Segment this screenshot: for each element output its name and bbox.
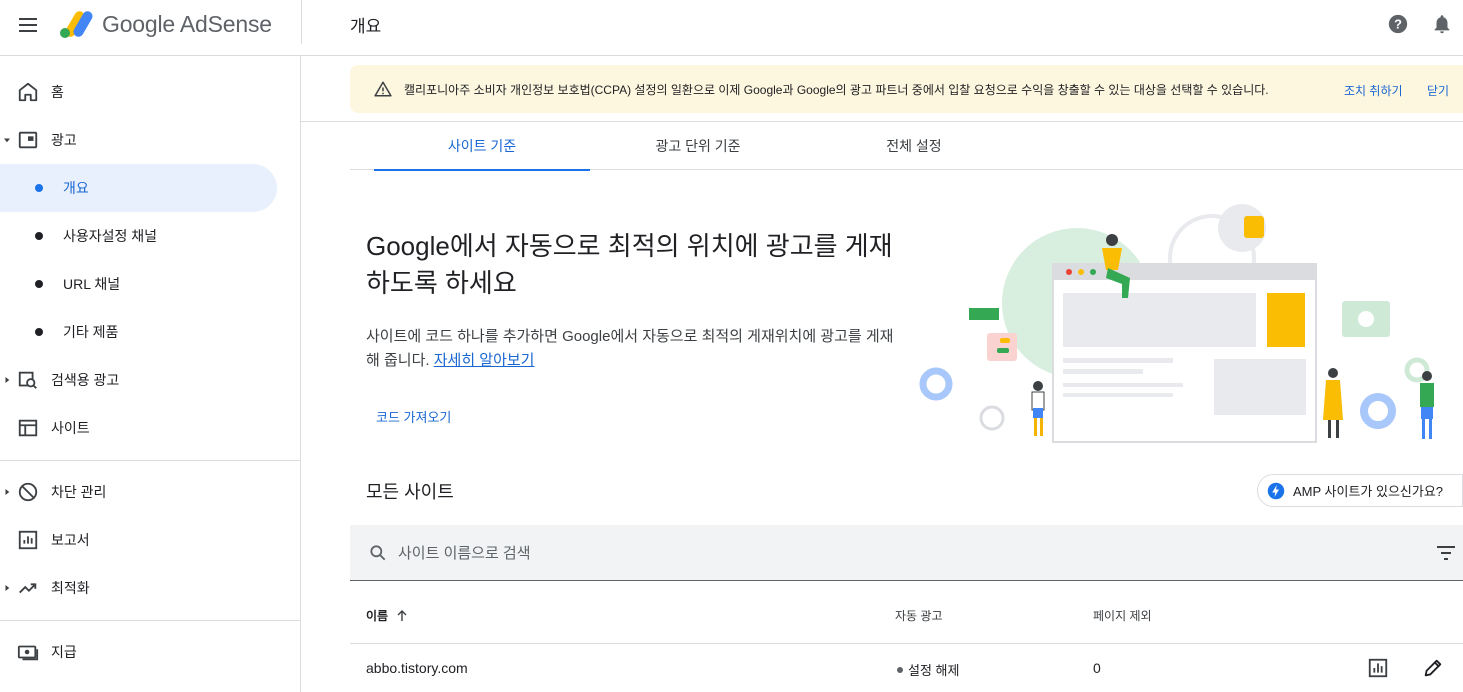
svg-text:?: ? [1394, 17, 1402, 32]
bullet-dot-icon [35, 280, 43, 288]
sites-table-header: 이름 자동 광고 페이지 제외 [350, 582, 1463, 644]
bullet-dot-icon [35, 184, 43, 192]
sidebar-item-payments[interactable]: 지급 [0, 628, 277, 676]
sidebar-item-overview[interactable]: 개요 [0, 164, 277, 212]
auto-ads-description: 사이트에 코드 하나를 추가하면 Google에서 자동으로 최적의 게재위치에… [366, 325, 906, 373]
tab-global-settings[interactable]: 전체 설정 [806, 122, 1022, 170]
filter-icon[interactable] [1436, 544, 1456, 562]
site-search-bar [350, 525, 1463, 581]
caret-right-icon [5, 377, 10, 383]
site-name-cell: abbo.tistory.com [366, 660, 468, 676]
sidebar-item-label: 광고 [51, 132, 77, 148]
bullet-dot-icon [35, 328, 43, 336]
header-divider [301, 0, 302, 44]
search-icon [370, 545, 386, 561]
reports-icon [18, 530, 38, 550]
sidebar-item-sites[interactable]: 사이트 [0, 404, 277, 452]
column-header-auto-ads: 자동 광고 [895, 609, 943, 623]
sites-icon [18, 419, 38, 437]
main-menu-button[interactable] [16, 14, 40, 38]
sidebar-item-label: 검색용 광고 [51, 372, 120, 388]
caret-right-icon [5, 489, 10, 495]
banner-message: 캘리포니아주 소비자 개인정보 보호법(CCPA) 설정의 일환으로 이제 Go… [404, 83, 1269, 97]
adsense-logo-icon [60, 11, 93, 38]
sidebar-item-blocking-controls[interactable]: 차단 관리 [0, 468, 277, 516]
sidebar-item-label: 지급 [51, 644, 77, 660]
warning-icon [374, 81, 392, 97]
site-search-input[interactable] [398, 539, 1298, 567]
caret-down-icon [4, 138, 10, 143]
get-code-button[interactable]: 코드 가져오기 [366, 400, 461, 432]
table-row[interactable]: abbo.tistory.com 설정 해제 0 [350, 644, 1463, 692]
sidebar-item-search-ads[interactable]: 검색용 광고 [0, 356, 277, 404]
sidebar-item-reports[interactable]: 보고서 [0, 516, 277, 564]
sidebar-item-label: 보고서 [51, 532, 90, 548]
column-header-page-exclusions: 페이지 제외 [1093, 609, 1152, 623]
sidebar-item-label: 차단 관리 [51, 484, 107, 500]
sidebar-divider [0, 460, 301, 461]
notifications-bell-icon[interactable] [1431, 13, 1453, 35]
sidebar-item-label: 홈 [51, 84, 64, 100]
column-header-name[interactable]: 이름 [366, 607, 408, 624]
edit-pencil-icon[interactable] [1422, 657, 1444, 679]
all-sites-heading: 모든 사이트 [366, 482, 454, 502]
sidebar-item-url-channels[interactable]: URL 채널 [0, 260, 277, 308]
overview-tabs: 사이트 기준 광고 단위 기준 전체 설정 [350, 122, 1463, 171]
top-app-bar: Google AdSense 개요 ? [0, 0, 1463, 56]
sidebar-nav: 홈 광고 개요 사용자설정 채널 URL 채널 기타 제품 검색용 광고 사이트… [0, 56, 301, 692]
caret-right-icon [5, 585, 10, 591]
amp-sites-chip[interactable]: AMP 사이트가 있으신가요? [1257, 474, 1463, 507]
block-icon [18, 482, 38, 502]
help-icon[interactable]: ? [1387, 13, 1409, 35]
sidebar-item-label: 개요 [63, 180, 89, 196]
sidebar-divider [0, 620, 301, 621]
auto-ads-illustration [919, 204, 1434, 443]
sidebar-item-label: URL 채널 [63, 276, 121, 292]
report-chart-icon[interactable] [1367, 657, 1389, 679]
sidebar-item-other-products[interactable]: 기타 제품 [0, 308, 277, 356]
page-title: 개요 [350, 17, 382, 36]
home-icon [18, 82, 38, 102]
bullet-dot-icon [35, 232, 43, 240]
auto-ads-status-cell: 설정 해제 [897, 660, 959, 679]
amp-lightning-icon [1267, 482, 1285, 499]
sidebar-item-label: 최적화 [51, 580, 90, 596]
app-name: Google AdSense [102, 10, 272, 37]
payments-icon [17, 645, 39, 661]
column-header-label: 이름 [366, 609, 389, 623]
sidebar-item-ads[interactable]: 광고 [0, 116, 277, 164]
dismiss-link[interactable]: 닫기 [1427, 82, 1449, 99]
amp-chip-label: AMP 사이트가 있으신가요? [1293, 484, 1444, 499]
search-ads-icon [18, 371, 37, 389]
tab-by-site[interactable]: 사이트 기준 [374, 122, 590, 171]
ads-icon [18, 131, 38, 149]
adsense-logo[interactable]: Google AdSense [58, 6, 272, 42]
take-action-link[interactable]: 조치 취하기 [1344, 82, 1403, 99]
page-exclusions-cell: 0 [1093, 660, 1101, 676]
tab-by-ad-unit[interactable]: 광고 단위 기준 [590, 122, 806, 170]
sidebar-item-label: 기타 제품 [63, 324, 119, 340]
status-dot-icon [897, 666, 903, 673]
sidebar-item-optimization[interactable]: 최적화 [0, 564, 277, 612]
learn-more-link[interactable]: 자세히 알아보기 [434, 352, 535, 369]
ccpa-notice-banner: 캘리포니아주 소비자 개인정보 보호법(CCPA) 설정의 일환으로 이제 Go… [350, 65, 1463, 113]
sidebar-item-label: 사이트 [51, 420, 90, 436]
sidebar-item-label: 사용자설정 채널 [63, 228, 158, 244]
sort-ascending-icon [397, 609, 407, 621]
auto-ads-heading: Google에서 자동으로 최적의 위치에 광고를 게재하도록 하세요 [366, 231, 893, 298]
auto-ads-status: 설정 해제 [908, 663, 960, 678]
sidebar-item-home[interactable]: 홈 [0, 68, 277, 116]
sidebar-item-custom-channels[interactable]: 사용자설정 채널 [0, 212, 277, 260]
trending-up-icon [19, 583, 37, 594]
